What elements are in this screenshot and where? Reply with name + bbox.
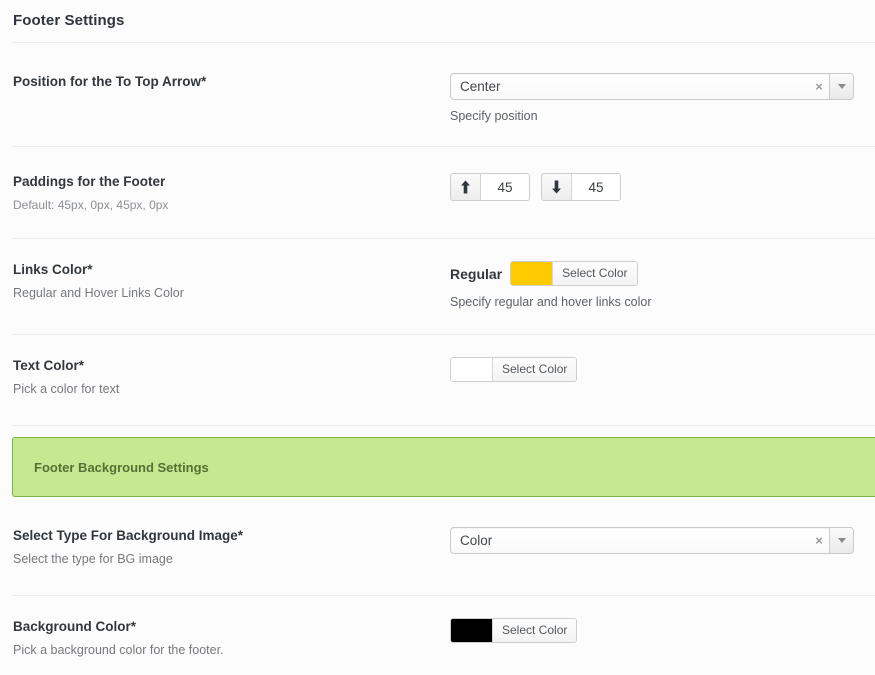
bg-type-select[interactable]: Color ×	[450, 527, 854, 554]
text-color-picker-line: Select Color	[450, 357, 875, 382]
background-select-color-button[interactable]: Select Color	[493, 619, 577, 642]
bg-color-description: Pick a background color for the footer.	[13, 643, 224, 657]
row-background-color: Background Color* Pick a background colo…	[0, 596, 875, 675]
row-links-color: Links Color* Regular and Hover Links Col…	[0, 239, 875, 334]
footer-settings-panel: Footer Settings Position for the To Top …	[0, 0, 875, 675]
padding-bottom-field[interactable]	[541, 173, 621, 201]
page-title: Footer Settings	[13, 12, 125, 29]
footer-background-section-banner: Footer Background Settings	[12, 437, 875, 497]
clear-icon[interactable]: ×	[809, 528, 829, 553]
links-color-field-column: Regular Select Color Specify regular and…	[450, 259, 875, 311]
caret-glyph	[837, 538, 846, 543]
links-color-picker[interactable]: Select Color	[510, 261, 638, 286]
bg-type-label: Select Type For Background Image*	[13, 528, 244, 543]
bg-color-field-column: Select Color	[450, 616, 875, 643]
position-field-column: Center × Specify position	[450, 71, 875, 125]
links-color-label: Links Color*	[13, 262, 93, 277]
caret-glyph	[837, 84, 846, 89]
arrow-down-icon	[542, 174, 572, 200]
paddings-field-column	[450, 171, 875, 201]
clear-icon[interactable]: ×	[809, 74, 829, 99]
bg-color-label: Background Color*	[13, 619, 137, 634]
text-color-label: Text Color*	[13, 358, 85, 373]
position-help-text: Specify position	[450, 109, 538, 123]
text-color-swatch[interactable]	[451, 358, 493, 381]
links-select-color-button[interactable]: Select Color	[553, 262, 637, 285]
chevron-down-icon[interactable]	[829, 528, 853, 553]
row-paddings-footer: Paddings for the Footer Default: 45px, 0…	[0, 147, 875, 238]
links-color-label-column: Links Color* Regular and Hover Links Col…	[13, 259, 450, 302]
paddings-label-column: Paddings for the Footer Default: 45px, 0…	[13, 171, 450, 214]
background-section-wrapper: Footer Background Settings	[0, 426, 875, 497]
bg-color-label-column: Background Color* Pick a background colo…	[13, 616, 450, 659]
bg-type-select-value: Color	[460, 533, 493, 548]
paddings-description: Default: 45px, 0px, 45px, 0px	[13, 198, 169, 212]
background-color-picker[interactable]: Select Color	[450, 618, 578, 643]
links-color-help-text: Specify regular and hover links color	[450, 295, 652, 309]
padding-bottom-input[interactable]	[572, 174, 620, 200]
position-label: Position for the To Top Arrow*	[13, 74, 207, 89]
links-color-picker-line: Regular Select Color	[450, 261, 875, 286]
bg-color-picker-line: Select Color	[450, 618, 875, 643]
links-color-swatch[interactable]	[511, 262, 554, 285]
row-text-color: Text Color* Pick a color for text Select…	[0, 335, 875, 425]
bg-type-label-column: Select Type For Background Image* Select…	[13, 525, 450, 568]
arrow-up-icon	[451, 174, 481, 200]
padding-top-field[interactable]	[450, 173, 530, 201]
footer-background-section-title: Footer Background Settings	[34, 459, 209, 475]
padding-top-input[interactable]	[481, 174, 529, 200]
text-color-field-column: Select Color	[450, 355, 875, 382]
paddings-label: Paddings for the Footer	[13, 174, 166, 189]
background-color-swatch[interactable]	[451, 619, 493, 642]
text-color-description: Pick a color for text	[13, 382, 120, 396]
bg-type-description: Select the type for BG image	[13, 552, 173, 566]
position-label-column: Position for the To Top Arrow*	[13, 71, 450, 91]
row-bg-image-type: Select Type For Background Image* Select…	[0, 497, 875, 595]
padding-input-group	[450, 173, 875, 201]
chevron-down-icon[interactable]	[829, 74, 853, 99]
text-color-label-column: Text Color* Pick a color for text	[13, 355, 450, 398]
links-color-prefix-label: Regular	[450, 265, 503, 282]
position-select-value: Center	[460, 79, 501, 94]
row-position-to-top-arrow: Position for the To Top Arrow* Center × …	[0, 43, 875, 146]
links-color-description: Regular and Hover Links Color	[13, 286, 184, 300]
text-color-picker[interactable]: Select Color	[450, 357, 578, 382]
position-select[interactable]: Center ×	[450, 73, 854, 100]
text-select-color-button[interactable]: Select Color	[493, 358, 577, 381]
bg-type-field-column: Color ×	[450, 525, 875, 554]
